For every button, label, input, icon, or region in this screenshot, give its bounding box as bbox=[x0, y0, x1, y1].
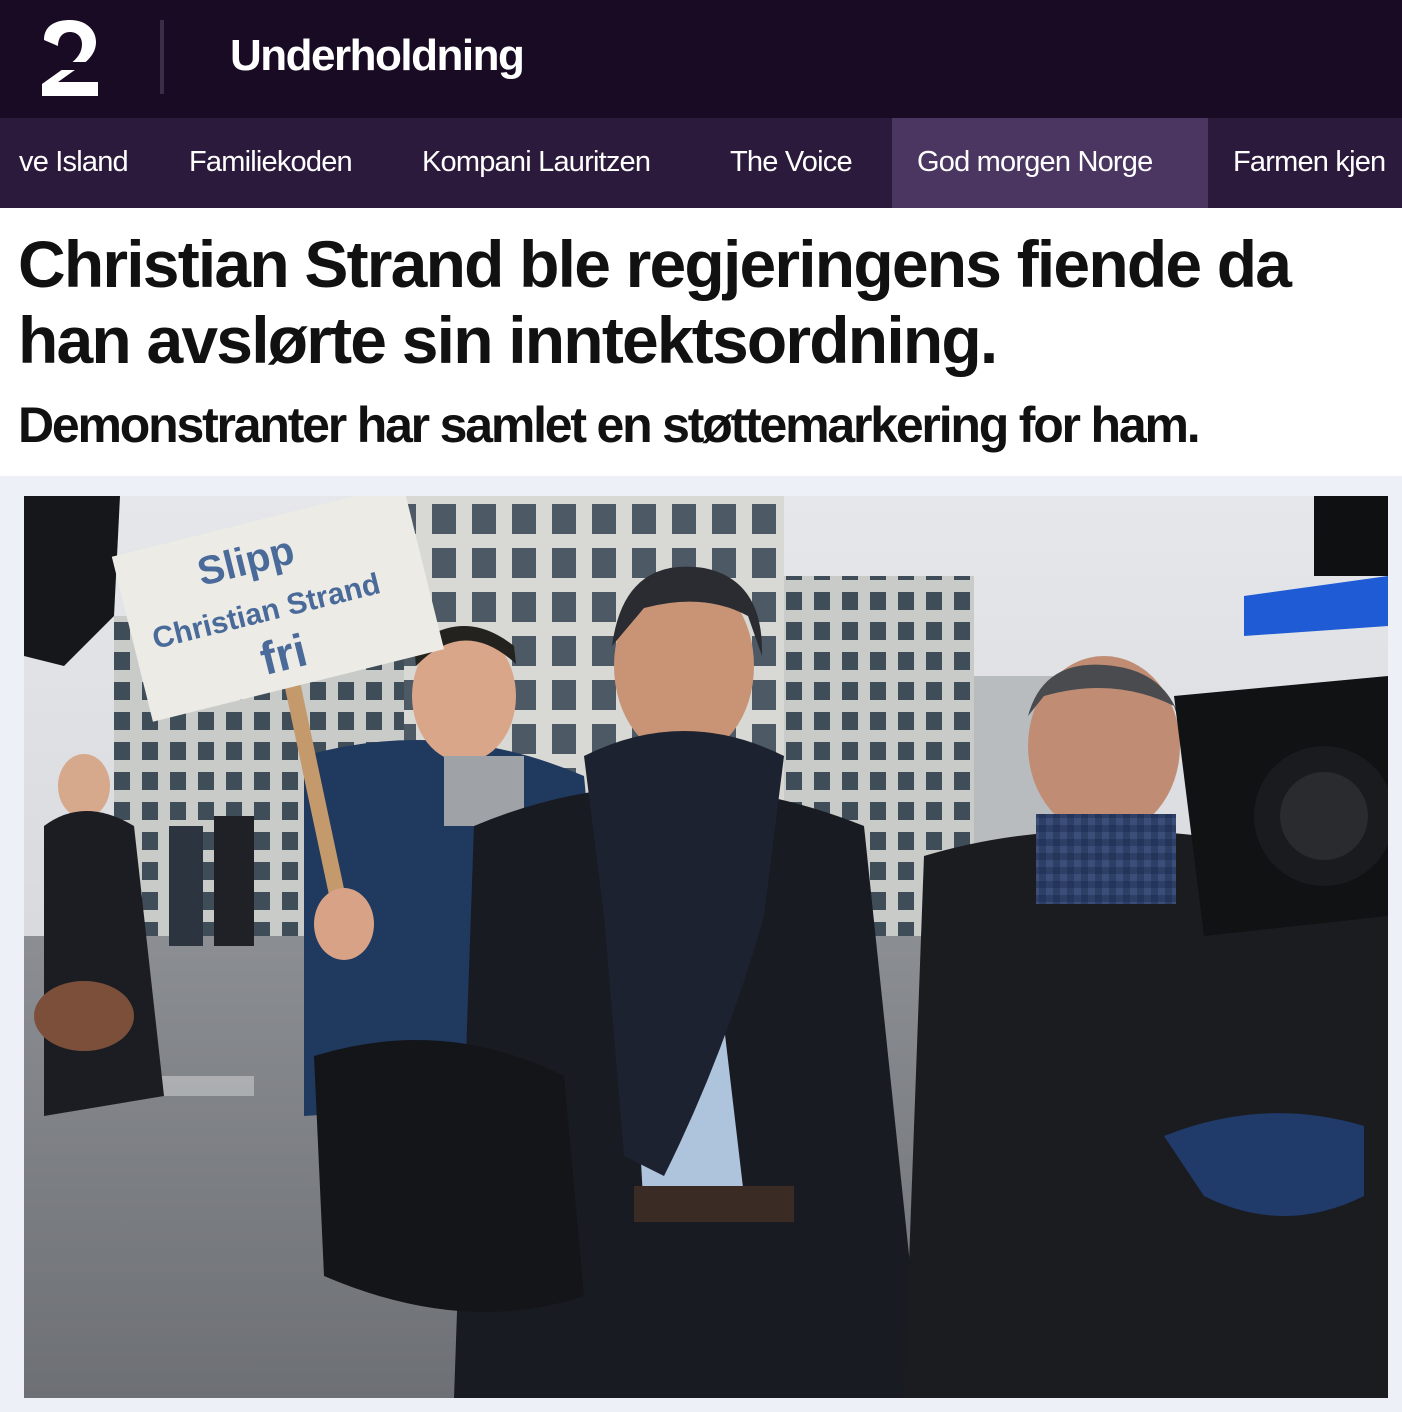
section-title[interactable]: Underholdning bbox=[230, 28, 525, 84]
article-headline[interactable]: Christian Strand ble regjeringens fiende… bbox=[18, 226, 1398, 378]
article-subheadline: Demonstranter har samlet en støttemarker… bbox=[18, 397, 1201, 453]
article-photo[interactable]: Slipp Christian Strand fri bbox=[24, 496, 1388, 1398]
category-nav: ve Island Familiekoden Kompani Lauritzen… bbox=[0, 118, 1402, 208]
nav-item-the-voice[interactable]: The Voice bbox=[705, 118, 877, 208]
article-image-frame: Slipp Christian Strand fri bbox=[0, 476, 1402, 1412]
nav-item-love-island[interactable]: ve Island bbox=[0, 118, 153, 208]
top-bar: Underholdning bbox=[0, 0, 1402, 118]
photo-illustration: Slipp Christian Strand fri bbox=[24, 496, 1388, 1398]
nav-item-kompani-lauritzen[interactable]: Kompani Lauritzen bbox=[397, 118, 675, 208]
nav-item-farmen-kjendis[interactable]: Farmen kjen bbox=[1208, 118, 1402, 208]
tv2-logo[interactable] bbox=[36, 18, 104, 98]
header-divider bbox=[160, 20, 164, 94]
nav-item-god-morgen-norge[interactable]: God morgen Norge bbox=[892, 118, 1208, 208]
nav-item-familiekoden[interactable]: Familiekoden bbox=[164, 118, 377, 208]
